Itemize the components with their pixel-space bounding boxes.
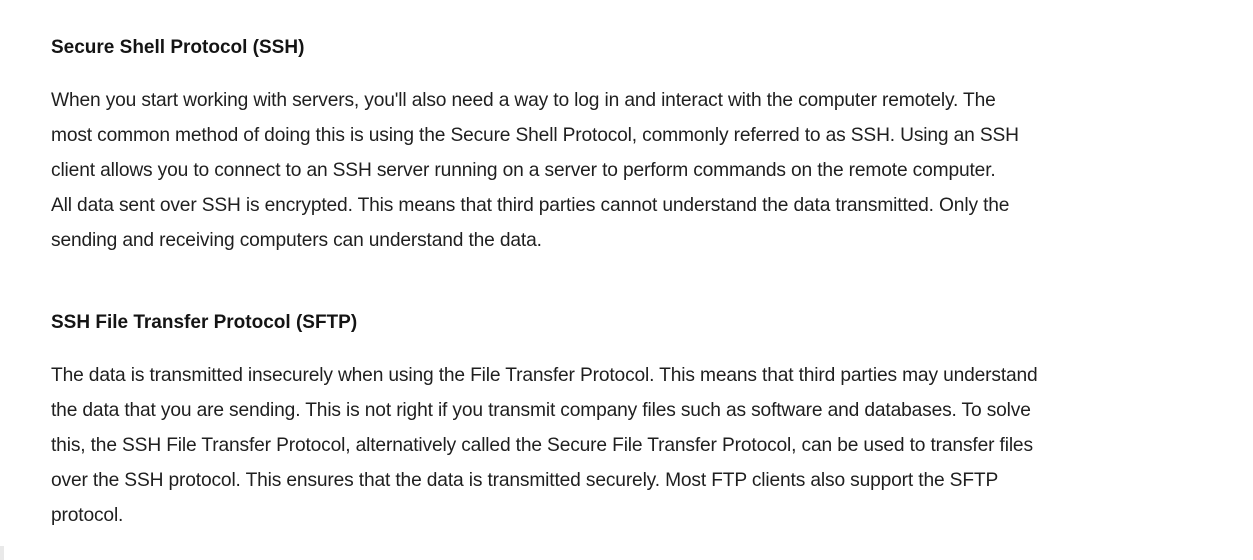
section-body-sftp: The data is transmitted insecurely when … <box>51 358 1211 533</box>
page-edge-divider <box>0 546 4 560</box>
paragraph-line: protocol. <box>51 505 124 526</box>
paragraph-line: the data that you are sending. This is n… <box>51 400 1031 421</box>
paragraph-line: this, the SSH File Transfer Protocol, al… <box>51 435 1033 456</box>
paragraph-line: The data is transmitted insecurely when … <box>51 365 1038 386</box>
section-heading-sftp: SSH File Transfer Protocol (SFTP) <box>51 312 358 333</box>
section-sftp: SSH File Transfer Protocol (SFTP) The da… <box>51 0 1211 533</box>
paragraph-line: over the SSH protocol. This ensures that… <box>51 470 999 491</box>
